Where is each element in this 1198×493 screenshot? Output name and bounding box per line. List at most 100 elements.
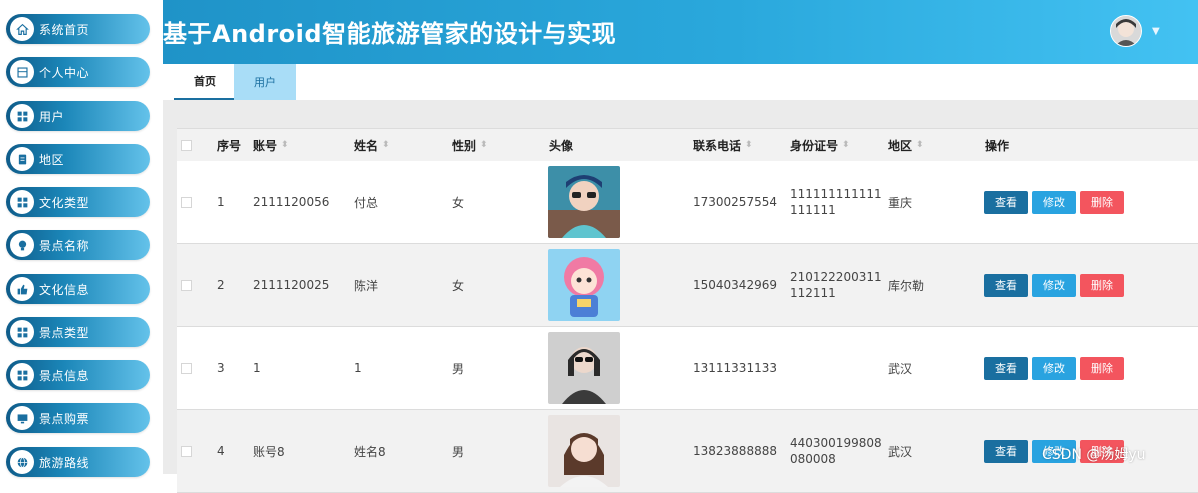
user-photo (548, 332, 620, 404)
row-checkbox[interactable] (181, 279, 192, 291)
column-header-phone[interactable]: 联系电话 ⬍ (693, 129, 753, 161)
sidebar-item-label: 景点购票 (39, 411, 90, 426)
row-checkbox-cell (181, 161, 192, 243)
sidebar-item-home[interactable]: 系统首页 (6, 14, 150, 44)
column-header-name[interactable]: 姓名 ⬍ (354, 129, 390, 161)
sidebar-item-spot-info[interactable]: 景点信息 (6, 360, 150, 390)
top-header: 基于Android智能旅游管家的设计与实现 ▼ (163, 0, 1198, 64)
column-header-region[interactable]: 地区 ⬍ (888, 129, 924, 161)
watermark: CSDN @汤姆yu (1042, 447, 1146, 463)
view-button[interactable]: 查看 (984, 190, 1028, 214)
sidebar-menu: 系统首页 个人中心 用户 地区 文化类型 景点名称 文化信息 景点类型 景点信息… (0, 0, 163, 477)
row-checkbox[interactable] (181, 445, 192, 457)
cell-gender: 女 (452, 195, 465, 210)
grid-icon (10, 190, 34, 214)
table-row: 2 2111120025 陈洋 女 15040342969 2101222003… (177, 244, 1198, 327)
sort-icon: ⬍ (842, 140, 850, 150)
sidebar-item-users[interactable]: 用户 (6, 101, 150, 131)
sidebar-item-label: 个人中心 (39, 65, 90, 80)
column-header-account[interactable]: 账号 ⬍ (253, 129, 289, 161)
cell-region: 武汉 (888, 361, 913, 376)
cell-phone: 13823888888 (693, 444, 777, 458)
sidebar-item-label: 文化信息 (39, 282, 90, 297)
sidebar-item-ticket[interactable]: 景点购票 (6, 403, 150, 433)
grid-icon (10, 363, 34, 387)
select-all-checkbox[interactable] (181, 139, 192, 151)
sidebar-item-label: 用户 (39, 109, 65, 124)
cell-account: 2111120056 (253, 195, 330, 209)
user-photo (548, 249, 620, 321)
header-checkbox-cell (181, 129, 192, 161)
cell-region: 库尔勒 (888, 278, 925, 293)
lightbulb-icon (10, 233, 34, 257)
user-avatar[interactable] (1110, 15, 1142, 47)
view-button[interactable]: 查看 (984, 356, 1028, 380)
column-header-label: 账号 (253, 138, 278, 153)
delete-button[interactable]: 删除 (1080, 273, 1124, 297)
table-header: 序号 账号 ⬍ 姓名 ⬍ 性别 ⬍ 头像 联系电话 ⬍ 身份证号 ⬍ 地区 ⬍ 操作 (177, 129, 1198, 161)
column-header-index: 序号 (217, 138, 242, 153)
cell-idcard: 440300199808080008 (790, 436, 882, 466)
column-header-idcard[interactable]: 身份证号 ⬍ (790, 129, 850, 161)
delete-button[interactable]: 删除 (1080, 190, 1124, 214)
cell-name: 陈洋 (354, 278, 379, 293)
user-photo (548, 415, 620, 487)
cell-index: 3 (217, 361, 225, 375)
sidebar-item-label: 景点名称 (39, 238, 90, 253)
cell-index: 4 (217, 444, 225, 458)
sidebar-item-region[interactable]: 地区 (6, 144, 150, 174)
cell-phone: 17300257554 (693, 195, 777, 209)
cell-actions: 查看 修改 删除 (984, 244, 1128, 326)
cell-gender: 女 (452, 278, 465, 293)
column-header-avatar: 头像 (549, 138, 574, 153)
cell-idcard: 111111111111111111 (790, 187, 882, 217)
cell-account: 2111120025 (253, 278, 330, 292)
cell-phone: 13111331133 (693, 361, 777, 375)
cell-region: 重庆 (888, 195, 913, 210)
view-button[interactable]: 查看 (984, 273, 1028, 297)
sidebar-item-culture-info[interactable]: 文化信息 (6, 274, 150, 304)
column-header-label: 姓名 (354, 138, 379, 153)
tab-user[interactable]: 用户 (234, 64, 296, 100)
column-header-label: 地区 (888, 138, 913, 153)
sidebar-item-route[interactable]: 旅游路线 (6, 447, 150, 477)
grid-icon (10, 320, 34, 344)
cell-account: 账号8 (253, 444, 285, 459)
edit-button[interactable]: 修改 (1032, 356, 1076, 380)
row-checkbox[interactable] (181, 362, 192, 374)
cell-phone: 15040342969 (693, 278, 777, 292)
column-header-gender[interactable]: 性别 ⬍ (452, 129, 488, 161)
sidebar-item-spot-name[interactable]: 景点名称 (6, 230, 150, 260)
sidebar-item-label: 旅游路线 (39, 455, 90, 470)
chevron-down-icon[interactable]: ▼ (1152, 26, 1160, 37)
cell-name: 1 (354, 361, 362, 375)
row-checkbox[interactable] (181, 196, 192, 208)
cell-index: 1 (217, 195, 225, 209)
cell-idcard-wrap: 210122200311112111 (790, 244, 882, 326)
cell-idcard-wrap (790, 327, 882, 409)
cell-avatar (548, 410, 620, 492)
user-table: 序号 账号 ⬍ 姓名 ⬍ 性别 ⬍ 头像 联系电话 ⬍ 身份证号 ⬍ 地区 ⬍ 操作 1 2… (177, 128, 1198, 493)
cell-account: 1 (253, 361, 261, 375)
app-title: 基于Android智能旅游管家的设计与实现 (163, 20, 617, 48)
sidebar-item-spot-type[interactable]: 景点类型 (6, 317, 150, 347)
edit-button[interactable]: 修改 (1032, 273, 1076, 297)
sidebar-item-label: 景点类型 (39, 325, 90, 340)
cell-avatar (548, 161, 620, 243)
cell-gender: 男 (452, 444, 465, 459)
delete-button[interactable]: 删除 (1080, 356, 1124, 380)
sort-icon: ⬍ (745, 140, 753, 150)
profile-icon (10, 60, 34, 84)
monitor-icon (10, 406, 34, 430)
grid-icon (10, 104, 34, 128)
view-button[interactable]: 查看 (984, 439, 1028, 463)
edit-button[interactable]: 修改 (1032, 190, 1076, 214)
sort-icon: ⬍ (916, 140, 924, 150)
sidebar-item-label: 景点信息 (39, 368, 90, 383)
cell-idcard: 210122200311112111 (790, 270, 882, 300)
sidebar-item-culture-type[interactable]: 文化类型 (6, 187, 150, 217)
tab-home[interactable]: 首页 (174, 64, 236, 100)
home-icon (10, 17, 34, 41)
sort-icon: ⬍ (382, 140, 390, 150)
sidebar-item-profile[interactable]: 个人中心 (6, 57, 150, 87)
